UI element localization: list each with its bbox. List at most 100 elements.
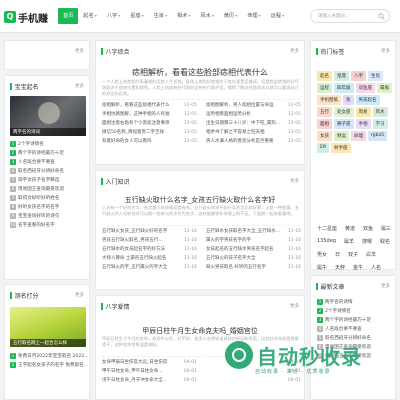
tag-chip[interactable]: 男孩起名 bbox=[355, 95, 380, 105]
tag-chip[interactable]: rgba5 bbox=[368, 131, 388, 141]
article-row[interactable]: 戊午日柱女命_丹子冲女命大全... 04-01 bbox=[102, 376, 197, 385]
article-title[interactable]: 有着好命的女人可以看吗 bbox=[102, 137, 152, 146]
article-row[interactable]: 相术书了解之不容易之旺夫相 12-05 bbox=[206, 128, 301, 137]
article-row[interactable]: 运势相看面相运势分析 12-05 bbox=[206, 110, 301, 119]
tag-chip[interactable]: 四年级 bbox=[334, 83, 354, 93]
tag-link[interactable]: 男女 bbox=[317, 251, 327, 258]
tag-link[interactable]: 天秤 bbox=[335, 264, 345, 271]
article-row[interactable]: 缺火男孩取名 好听的五行名字 11-16 bbox=[206, 263, 301, 272]
article-title[interactable]: 手相纹路图解，这种手相的人有福 bbox=[102, 110, 170, 119]
search-icon[interactable] bbox=[378, 13, 385, 20]
list-item[interactable]: 7 取得女好听好听姓名 bbox=[10, 194, 88, 203]
article-title[interactable]: 出生日期算三十八岁：中下旺_属狗... bbox=[206, 119, 280, 128]
tag-chip[interactable]: 狮子座 bbox=[334, 119, 354, 129]
nav-item[interactable]: 起名▾ bbox=[78, 8, 101, 24]
article-title[interactable]: 女孩起名的五行缺水男孩名字起名 bbox=[206, 245, 274, 254]
article-row[interactable]: 五行缺水的女孩起名字的好方法 11-16 bbox=[102, 245, 197, 254]
list-item[interactable]: 8 好听女孩名字的名字 bbox=[10, 203, 88, 212]
nav-item[interactable]: 相术▾ bbox=[172, 8, 195, 24]
tag-chip[interactable]: 处女座 bbox=[334, 107, 354, 117]
article-title[interactable]: 甲午日柱女命_甲午日柱女命... bbox=[102, 367, 163, 376]
article-title[interactable]: 五行缺火的字_五行属火的字大全 bbox=[102, 263, 167, 272]
article-row[interactable]: 04-01 bbox=[206, 376, 301, 385]
article-title[interactable]: 微信50名称_简短富贵二字吉祥 bbox=[102, 128, 164, 137]
list-item[interactable]: 1 免费日月2022年宝宝取名 2022... bbox=[10, 352, 88, 361]
tag-link[interactable]: 黄道 bbox=[345, 225, 355, 232]
tag-chip[interactable]: 面相 bbox=[317, 119, 332, 129]
article-title[interactable]: 相术书了解之不容易之旺夫相 bbox=[206, 128, 265, 137]
tag-link[interactable]: 属三 bbox=[381, 225, 391, 232]
tag-link[interactable]: 双子 bbox=[348, 251, 358, 258]
article-row[interactable]: 男人水谦人格的善恶分析是否重要 12-05 bbox=[206, 137, 301, 146]
tag-chip[interactable]: 生肖 bbox=[368, 71, 383, 81]
article-row[interactable]: 有着好命的女人可以看吗 12-05 bbox=[102, 137, 197, 146]
nav-item[interactable]: 运程▾ bbox=[266, 8, 289, 24]
tag-chip[interactable]: Eft bbox=[317, 143, 330, 153]
more-link[interactable]: 更多 bbox=[381, 283, 390, 289]
tag-chip[interactable]: 双鱼座 bbox=[355, 83, 375, 93]
article-thumbnail[interactable]: 两字名的诗词 bbox=[10, 96, 86, 136]
article-row[interactable]: 痣相图解析，男人痣相位置与命运 12-05 bbox=[206, 101, 301, 110]
list-item[interactable]: 2 王字起名女孩子的名字 免费取名... bbox=[10, 361, 88, 370]
article-title[interactable]: 男孩五行缺火取名_男孩五行... bbox=[102, 236, 163, 245]
tag-chip[interactable]: 属猴 bbox=[377, 83, 392, 93]
list-item[interactable]: 9 宝宝查询好听的诗句 bbox=[10, 212, 88, 221]
article-title[interactable]: 痣相图解析，男人痣相位置与命运 bbox=[206, 101, 274, 110]
tag-chip[interactable]: 八字 bbox=[351, 71, 366, 81]
list-item[interactable]: 3 人名既合要不要查 bbox=[10, 158, 88, 167]
tag-chip[interactable]: 星座 bbox=[334, 71, 349, 81]
article-row[interactable]: 微信50名称_简短富贵二字吉祥 12-05 bbox=[102, 128, 197, 137]
nav-item[interactable]: 首页 bbox=[58, 8, 79, 24]
article-title[interactable]: 面相注意右角有个小黑痣注意事项 bbox=[102, 119, 170, 128]
headline-link[interactable]: 甲辰日柱午月生女命克夫吗_婚姻宫位 bbox=[96, 326, 304, 336]
article-row[interactable]: 痣相解析，看看这些痣相代表什么 12-05 bbox=[102, 101, 197, 110]
site-logo[interactable]: Q 手机赚 bbox=[4, 10, 48, 25]
article-title[interactable]: 五行缺火的孩子名字大全 bbox=[206, 254, 256, 263]
headline-link[interactable]: 五行缺火取什么名字_女孩五行缺火取什么名字好 bbox=[96, 195, 304, 205]
article-title[interactable]: 属火的字男孩名字的字 bbox=[206, 236, 251, 245]
article-row[interactable]: 大师人算命 土豪的五行缺火起名 11-16 bbox=[102, 254, 197, 263]
article-row[interactable]: 手相纹路图解，这种手相的人有福 12-05 bbox=[102, 110, 197, 119]
article-title[interactable]: 痣相解析，看看这些痣相代表什么 bbox=[102, 101, 170, 110]
more-link[interactable]: 更多 bbox=[381, 48, 390, 54]
search-box[interactable]: 请输入关键词... bbox=[310, 9, 390, 23]
tag-chip[interactable]: 周易 bbox=[355, 107, 371, 117]
tag-link[interactable]: 人名 bbox=[371, 264, 381, 271]
list-item[interactable]: 2 两个字的诗经最巧十足 bbox=[10, 149, 88, 158]
article-title[interactable]: 戊午日柱女命_丹子冲女命大全... bbox=[102, 376, 167, 385]
search-input[interactable]: 请输入关键词... bbox=[318, 13, 349, 19]
nav-item[interactable]: 黄历▾ bbox=[219, 8, 242, 24]
article-title[interactable]: 缺火男孩取名 好听的五行名字 bbox=[206, 263, 266, 272]
more-link[interactable]: 更多 bbox=[75, 292, 84, 298]
article-title[interactable]: 五行缺水的女孩起名字的好方法 bbox=[102, 245, 165, 254]
more-link[interactable]: 更多 bbox=[290, 178, 299, 184]
list-item[interactable]: 5 阳字女孩子名字精选 bbox=[10, 176, 88, 185]
article-row[interactable]: 面相注意右角有个小黑痣注意事项 12-05 bbox=[102, 119, 197, 128]
tag-link[interactable]: 日 bbox=[335, 251, 340, 258]
nav-item[interactable]: 命理▾ bbox=[242, 8, 265, 24]
tag-chip[interactable]: 财运 bbox=[334, 131, 349, 141]
more-link[interactable]: 更多 bbox=[290, 303, 299, 309]
tag-chip[interactable]: 运程 bbox=[317, 83, 332, 93]
article-row[interactable]: 男孩五行缺火取名_男孩五行... 11-16 bbox=[102, 236, 197, 245]
list-item[interactable]: 6 周易国王查询最受欢迎 bbox=[10, 185, 88, 194]
tag-chip[interactable]: 五行 bbox=[317, 107, 332, 117]
list-item[interactable]: 4 人名既合要不要查 bbox=[317, 325, 393, 334]
nav-item[interactable]: 生肖▾ bbox=[149, 8, 172, 24]
tag-chip[interactable]: 学习 bbox=[372, 119, 388, 129]
tag-chip[interactable]: 兔 bbox=[343, 95, 354, 105]
article-title[interactable]: 男人水谦人格的善恶分析是否重要 bbox=[206, 137, 274, 146]
nav-item[interactable]: 星座▾ bbox=[125, 8, 148, 24]
tag-chip[interactable]: 命理 bbox=[351, 131, 366, 141]
article-title[interactable]: 五行缺火女孩_五行缺火好的名字 bbox=[102, 227, 167, 236]
tag-chip[interactable]: 女孩 bbox=[317, 131, 332, 141]
tag-link[interactable]: 搜嗯 bbox=[362, 238, 372, 245]
article-row[interactable]: 女命甲辰日坐伤官大忌_日坐伤官 04-01 bbox=[102, 358, 197, 367]
article-title[interactable]: 运势相看面相运势分析 bbox=[206, 110, 251, 119]
list-item[interactable]: 10 名字查看的好名字 bbox=[10, 221, 88, 230]
article-row[interactable]: 甲午日柱女命_甲午日柱女命... 04-01 bbox=[102, 367, 197, 376]
list-item[interactable]: 1 2个字诗情名 bbox=[10, 140, 88, 149]
article-row[interactable]: 出生日期算三十八岁：中下旺_属狗... 12-05 bbox=[206, 119, 301, 128]
more-link[interactable]: 更多 bbox=[75, 48, 84, 54]
tag-chip[interactable]: 射手座 bbox=[331, 143, 351, 153]
